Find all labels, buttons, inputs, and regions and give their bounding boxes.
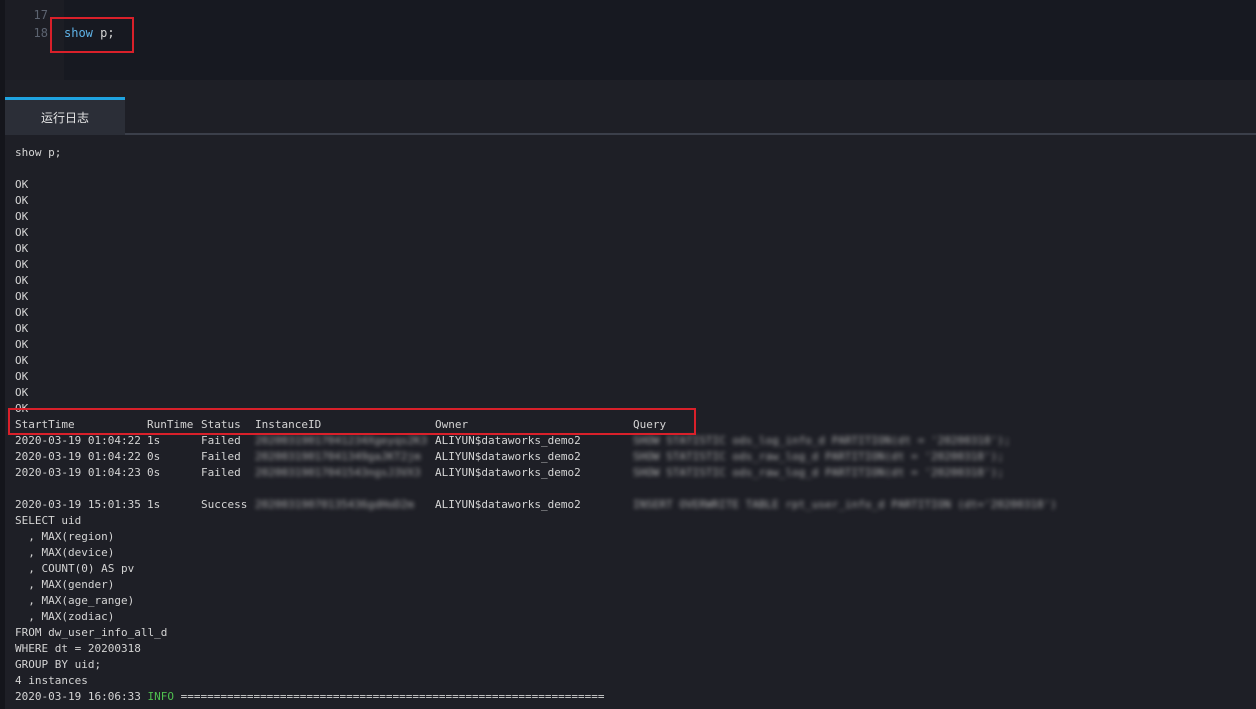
sql-text-line: , MAX(device) — [15, 545, 114, 561]
cell-status: Success — [201, 498, 248, 511]
instances-count-text: 4 instances — [15, 674, 88, 687]
cell-query: SHOW STATISTIC ods_log_info_d PARTITION(… — [633, 434, 1011, 447]
cell-query: INSERT OVERWRITE TABLE rpt_user_info_d P… — [633, 498, 1057, 511]
sql-text-line: GROUP BY uid; — [15, 657, 101, 673]
log-final-line: 2020-03-19 16:06:33 INFO ===============… — [15, 689, 604, 705]
cell-owner: ALIYUN$dataworks_demo2 — [435, 466, 581, 479]
log-ok-line: OK — [15, 305, 28, 321]
log-ok-line: OK — [15, 241, 28, 257]
cell-owner: ALIYUN$dataworks_demo2 — [435, 450, 581, 463]
cell-query: SHOW STATISTIC ods_raw_log_d PARTITION(d… — [633, 466, 1004, 479]
column-header-status: Status — [201, 418, 241, 431]
sql-keyword: show — [64, 26, 93, 40]
log-panel-tabbar: 运行日志 — [5, 97, 1256, 135]
cell-run: 1s — [147, 498, 161, 511]
sql-text: GROUP BY uid; — [15, 658, 102, 671]
column-header-owner: Owner — [435, 418, 469, 431]
log-ok-line: OK — [15, 209, 28, 225]
log-ok-line: OK — [15, 289, 28, 305]
log-ok-line: OK — [15, 257, 28, 273]
cell-start: 2020-03-19 01:04:22 — [15, 450, 141, 463]
cell-instance: 20200319017041349gaJKT2jm — [255, 450, 421, 463]
log-command-line: show p; — [15, 145, 61, 161]
cell-status: Failed — [201, 450, 241, 463]
tab-run-log-label: 运行日志 — [40, 111, 89, 125]
log-ok-line: OK — [15, 273, 28, 289]
cell-status: Failed — [201, 466, 241, 479]
log-ok-line: OK — [15, 401, 28, 417]
sql-text: , MAX(gender) — [15, 578, 115, 591]
sql-text-line: SELECT uid — [15, 513, 81, 529]
log-ok-text: OK — [15, 274, 29, 287]
column-header-run-time: RunTime — [147, 418, 194, 431]
sql-text-line: , MAX(gender) — [15, 577, 114, 593]
log-ok-line: OK — [15, 353, 28, 369]
cell-query: SHOW STATISTIC ods_raw_log_d PARTITION(d… — [633, 450, 1004, 463]
cell-instance: 20200319017041234Xgeyqs2K3 — [255, 434, 428, 447]
cell-run: 1s — [147, 434, 161, 447]
code-line-18[interactable]: show p; — [64, 25, 115, 41]
log-ok-line: OK — [15, 321, 28, 337]
sql-text-line: , MAX(age_range) — [15, 593, 134, 609]
sql-text: FROM dw_user_info_all_d — [15, 626, 168, 639]
sql-text-line: FROM dw_user_info_all_d — [15, 625, 167, 641]
sql-text: , MAX(device) — [15, 546, 115, 559]
log-ok-line: OK — [15, 369, 28, 385]
cell-instance: 20200319017041543ngsJ3VX3 — [255, 466, 421, 479]
sql-text: WHERE dt = 20200318 — [15, 642, 141, 655]
instances-count-line: 4 instances — [15, 673, 88, 689]
sql-text-line: , COUNT(0) AS pv — [15, 561, 134, 577]
log-timestamp: 2020-03-19 16:06:33 — [15, 690, 141, 703]
sql-text: , MAX(zodiac) — [15, 610, 115, 623]
log-ok-text: OK — [15, 402, 29, 415]
sql-text-line: WHERE dt = 20200318 — [15, 641, 141, 657]
sql-text-line: , MAX(zodiac) — [15, 609, 114, 625]
cell-instance: 20200319070135436gdHoD2m — [255, 498, 414, 511]
cell-owner: ALIYUN$dataworks_demo2 — [435, 434, 581, 447]
log-ok-line: OK — [15, 385, 28, 401]
code-editor[interactable]: show p; — [64, 0, 1256, 80]
editor-gutter: 17 18 — [5, 0, 64, 80]
log-ok-text: OK — [15, 194, 29, 207]
log-ok-text: OK — [15, 354, 29, 367]
log-ok-line: OK — [15, 177, 28, 193]
sql-text: , MAX(age_range) — [15, 594, 135, 607]
log-ok-text: OK — [15, 306, 29, 319]
column-header-start-time: StartTime — [15, 418, 75, 431]
log-ok-text: OK — [15, 178, 29, 191]
log-ok-text: OK — [15, 226, 29, 239]
log-ok-line: OK — [15, 337, 28, 353]
log-ok-text: OK — [15, 386, 29, 399]
cell-start: 2020-03-19 15:01:35 — [15, 498, 141, 511]
cell-owner: ALIYUN$dataworks_demo2 — [435, 498, 581, 511]
sql-text: , MAX(region) — [15, 530, 115, 543]
log-ok-text: OK — [15, 242, 29, 255]
log-command-text: show p; — [15, 146, 62, 159]
line-number-18: 18 — [33, 26, 48, 40]
log-ok-text: OK — [15, 370, 29, 383]
sql-text: SELECT uid — [15, 514, 82, 527]
sql-text-line: , MAX(region) — [15, 529, 114, 545]
cell-run: 0s — [147, 466, 161, 479]
sql-text: , COUNT(0) AS pv — [15, 562, 135, 575]
log-ok-line: OK — [15, 225, 28, 241]
log-ok-text: OK — [15, 290, 29, 303]
log-ok-text: OK — [15, 322, 29, 335]
column-header-query: Query — [633, 418, 667, 431]
column-header-instance-id: InstanceID — [255, 418, 322, 431]
line-number-17: 17 — [33, 8, 48, 22]
log-separator: ========================================… — [180, 690, 605, 703]
sql-statement-rest: p; — [92, 26, 115, 40]
log-ok-text: OK — [15, 210, 29, 223]
log-ok-line: OK — [15, 193, 28, 209]
cell-run: 0s — [147, 450, 161, 463]
cell-status: Failed — [201, 434, 241, 447]
cell-start: 2020-03-19 01:04:22 — [15, 434, 141, 447]
log-ok-text: OK — [15, 258, 29, 271]
log-ok-text: OK — [15, 338, 29, 351]
highlight-box-table-header — [8, 408, 696, 435]
cell-start: 2020-03-19 01:04:23 — [15, 466, 141, 479]
log-level-info: INFO — [147, 690, 174, 703]
tab-run-log[interactable]: 运行日志 — [5, 97, 125, 135]
